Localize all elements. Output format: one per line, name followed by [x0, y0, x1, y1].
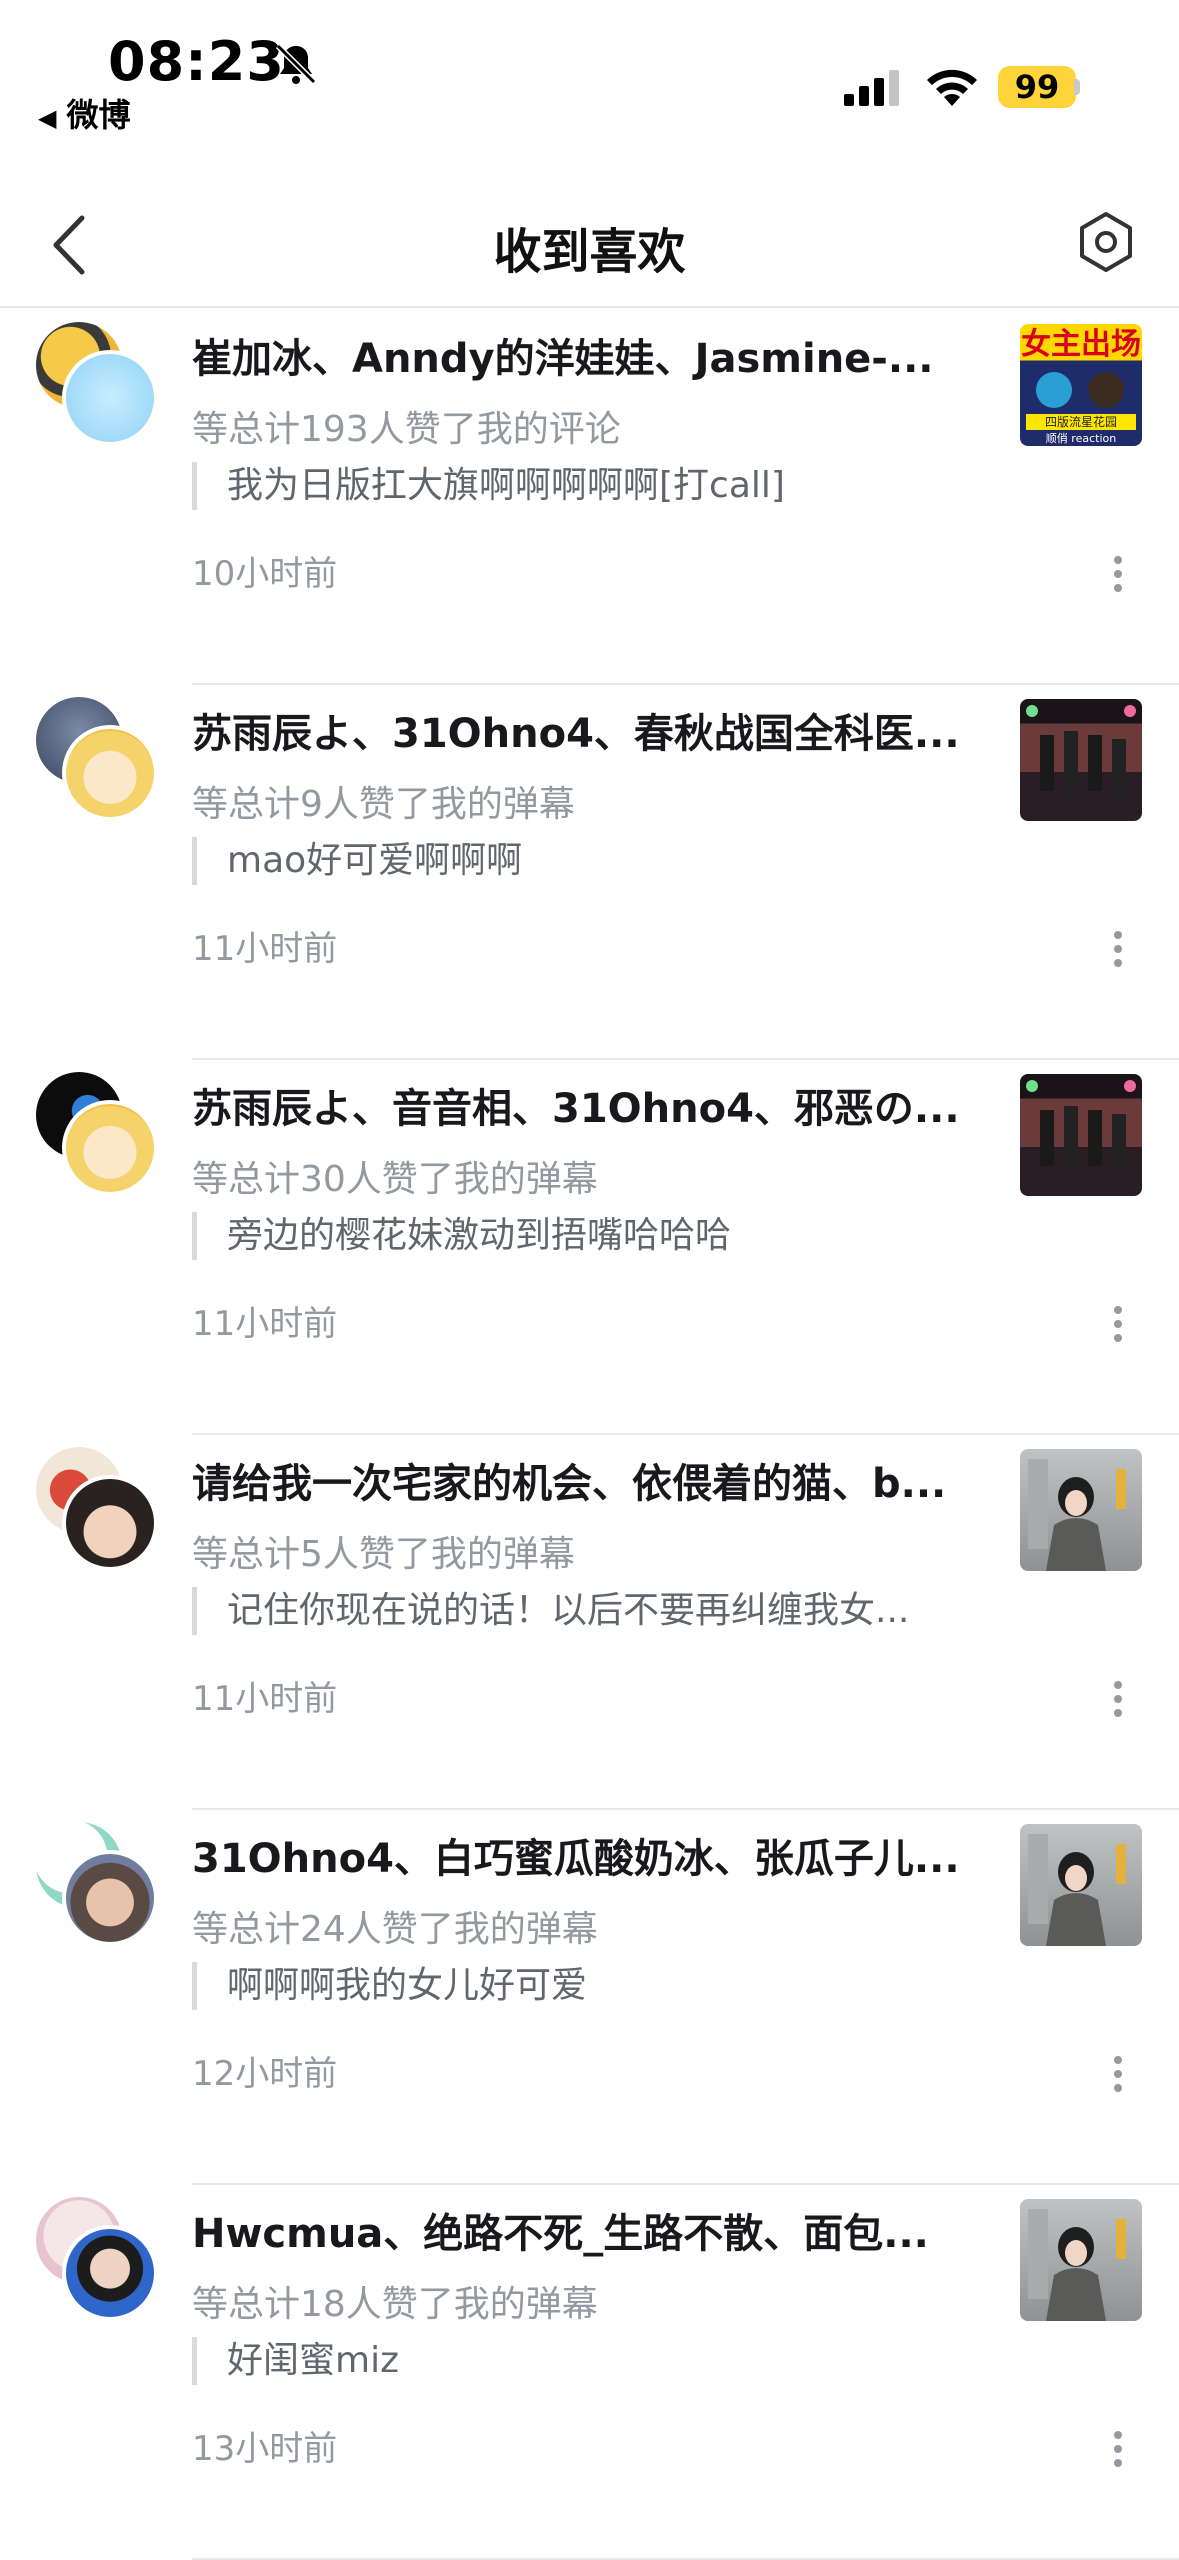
avatar	[62, 350, 158, 446]
wifi-icon	[927, 69, 977, 106]
timestamp: 12小时前	[192, 2054, 338, 2094]
likes-list: 崔加冰、Anndy的洋娃娃、Jasmine-... 等总计193人赞了我的评论 …	[0, 310, 1179, 2560]
timestamp: 11小时前	[192, 929, 338, 969]
avatar	[62, 1475, 158, 1571]
page-title: 收到喜欢	[493, 224, 686, 280]
quoted-comment[interactable]: 记住你现在说的话！以后不要再纠缠我女...	[192, 1587, 982, 1635]
avatar-group[interactable]	[36, 322, 162, 446]
timestamp: 13小时前	[192, 2429, 338, 2469]
video-thumbnail[interactable]	[1020, 1074, 1142, 1196]
quoted-comment[interactable]: 我为日版扛大旗啊啊啊啊啊[打call]	[192, 462, 982, 510]
like-summary: 等总计193人赞了我的评论	[192, 409, 621, 450]
list-item[interactable]: 崔加冰、Anndy的洋娃娃、Jasmine-... 等总计193人赞了我的评论 …	[0, 310, 1179, 685]
list-item[interactable]: 请给我一次宅家的机会、依偎着的猫、b... 等总计5人赞了我的弹幕 记住你现在说…	[0, 1435, 1179, 1810]
quoted-comment[interactable]: 旁边的樱花妹激动到捂嘴哈哈哈	[192, 1212, 982, 1260]
quoted-comment[interactable]: 啊啊啊我的女儿好可爱	[192, 1962, 982, 2010]
liker-names[interactable]: 苏雨辰よ、音音相、31Ohno4、邪恶の...	[192, 1076, 982, 1134]
liker-names[interactable]: 崔加冰、Anndy的洋娃娃、Jasmine-...	[192, 326, 982, 384]
like-summary: 等总计30人赞了我的弹幕	[192, 1159, 598, 1200]
more-icon[interactable]	[1102, 2050, 1134, 2110]
video-thumbnail[interactable]	[1020, 699, 1142, 821]
liker-names[interactable]: 请给我一次宅家的机会、依偎着的猫、b...	[192, 1451, 982, 1509]
avatar-group[interactable]	[36, 1822, 162, 1946]
thumb-text-3: 顺俏 reaction	[1046, 431, 1116, 445]
list-item[interactable]: Hwcmua、绝路不死_生路不散、面包... 等总计18人赞了我的弹幕 好闺蜜m…	[0, 2185, 1179, 2560]
quoted-comment[interactable]: 好闺蜜miz	[192, 2337, 982, 2385]
thumbnail-image	[1026, 705, 1136, 791]
more-icon[interactable]	[1102, 550, 1134, 610]
more-icon[interactable]	[1102, 1300, 1134, 1360]
signal-icon	[844, 70, 899, 106]
video-thumbnail[interactable]	[1020, 1449, 1142, 1571]
video-thumbnail[interactable]	[1020, 1824, 1142, 1946]
like-summary: 等总计24人赞了我的弹幕	[192, 1909, 598, 1950]
battery-indicator: 99	[998, 66, 1076, 108]
back-triangle-icon: ◀	[38, 104, 57, 132]
avatar-group[interactable]	[36, 1447, 162, 1571]
avatar-group[interactable]	[36, 697, 162, 821]
list-item[interactable]: 苏雨辰よ、31Ohno4、春秋战国全科医... 等总计9人赞了我的弹幕 mao好…	[0, 685, 1179, 1060]
avatar	[62, 2225, 158, 2321]
liker-names[interactable]: 31Ohno4、白巧蜜瓜酸奶冰、张瓜子儿...	[192, 1826, 982, 1884]
like-summary: 等总计9人赞了我的弹幕	[192, 784, 575, 825]
like-summary: 等总计5人赞了我的弹幕	[192, 1534, 575, 1575]
thumbnail-image	[1026, 1080, 1136, 1166]
avatar-group[interactable]	[36, 1072, 162, 1196]
timestamp: 11小时前	[192, 1304, 338, 1344]
like-summary: 等总计18人赞了我的弹幕	[192, 2284, 598, 2325]
more-icon[interactable]	[1102, 2425, 1134, 2485]
liker-names[interactable]: 苏雨辰よ、31Ohno4、春秋战国全科医...	[192, 701, 982, 759]
avatar	[62, 725, 158, 821]
thumbnail-image	[1028, 2209, 1126, 2321]
thumbnail-image	[1028, 1459, 1126, 1571]
back-to-app-link[interactable]: ◀ 微博	[38, 90, 130, 136]
back-app-label: 微博	[66, 96, 131, 134]
thumb-text-1: 女主出场	[1021, 327, 1141, 362]
clock: 08:23	[108, 30, 285, 93]
list-item[interactable]: 苏雨辰よ、音音相、31Ohno4、邪恶の... 等总计30人赞了我的弹幕 旁边的…	[0, 1060, 1179, 1435]
status-bar: 08:23 ◀ 微博 99	[0, 0, 1179, 170]
avatar-group[interactable]	[36, 2197, 162, 2321]
battery-tip	[1074, 79, 1080, 95]
thumbnail-image	[1028, 1834, 1126, 1946]
list-item[interactable]: 31Ohno4、白巧蜜瓜酸奶冰、张瓜子儿... 等总计24人赞了我的弹幕 啊啊啊…	[0, 1810, 1179, 2185]
settings-icon[interactable]	[1074, 210, 1138, 274]
video-thumbnail[interactable]	[1020, 2199, 1142, 2321]
thumbnail-image: 女主出场 四版流星花园 顺俏 reaction	[1021, 327, 1141, 445]
more-icon[interactable]	[1102, 1675, 1134, 1735]
thumb-text-2: 四版流星花园	[1045, 414, 1117, 429]
bell-off-icon	[275, 43, 317, 85]
header: 收到喜欢	[0, 170, 1179, 308]
liker-names[interactable]: Hwcmua、绝路不死_生路不散、面包...	[192, 2201, 982, 2259]
timestamp: 11小时前	[192, 1679, 338, 1719]
avatar	[62, 1100, 158, 1196]
avatar	[62, 1850, 158, 1946]
quoted-comment[interactable]: mao好可爱啊啊啊	[192, 837, 982, 885]
timestamp: 10小时前	[192, 554, 338, 594]
video-thumbnail[interactable]: 女主出场 四版流星花园 顺俏 reaction	[1020, 324, 1142, 446]
more-icon[interactable]	[1102, 925, 1134, 985]
